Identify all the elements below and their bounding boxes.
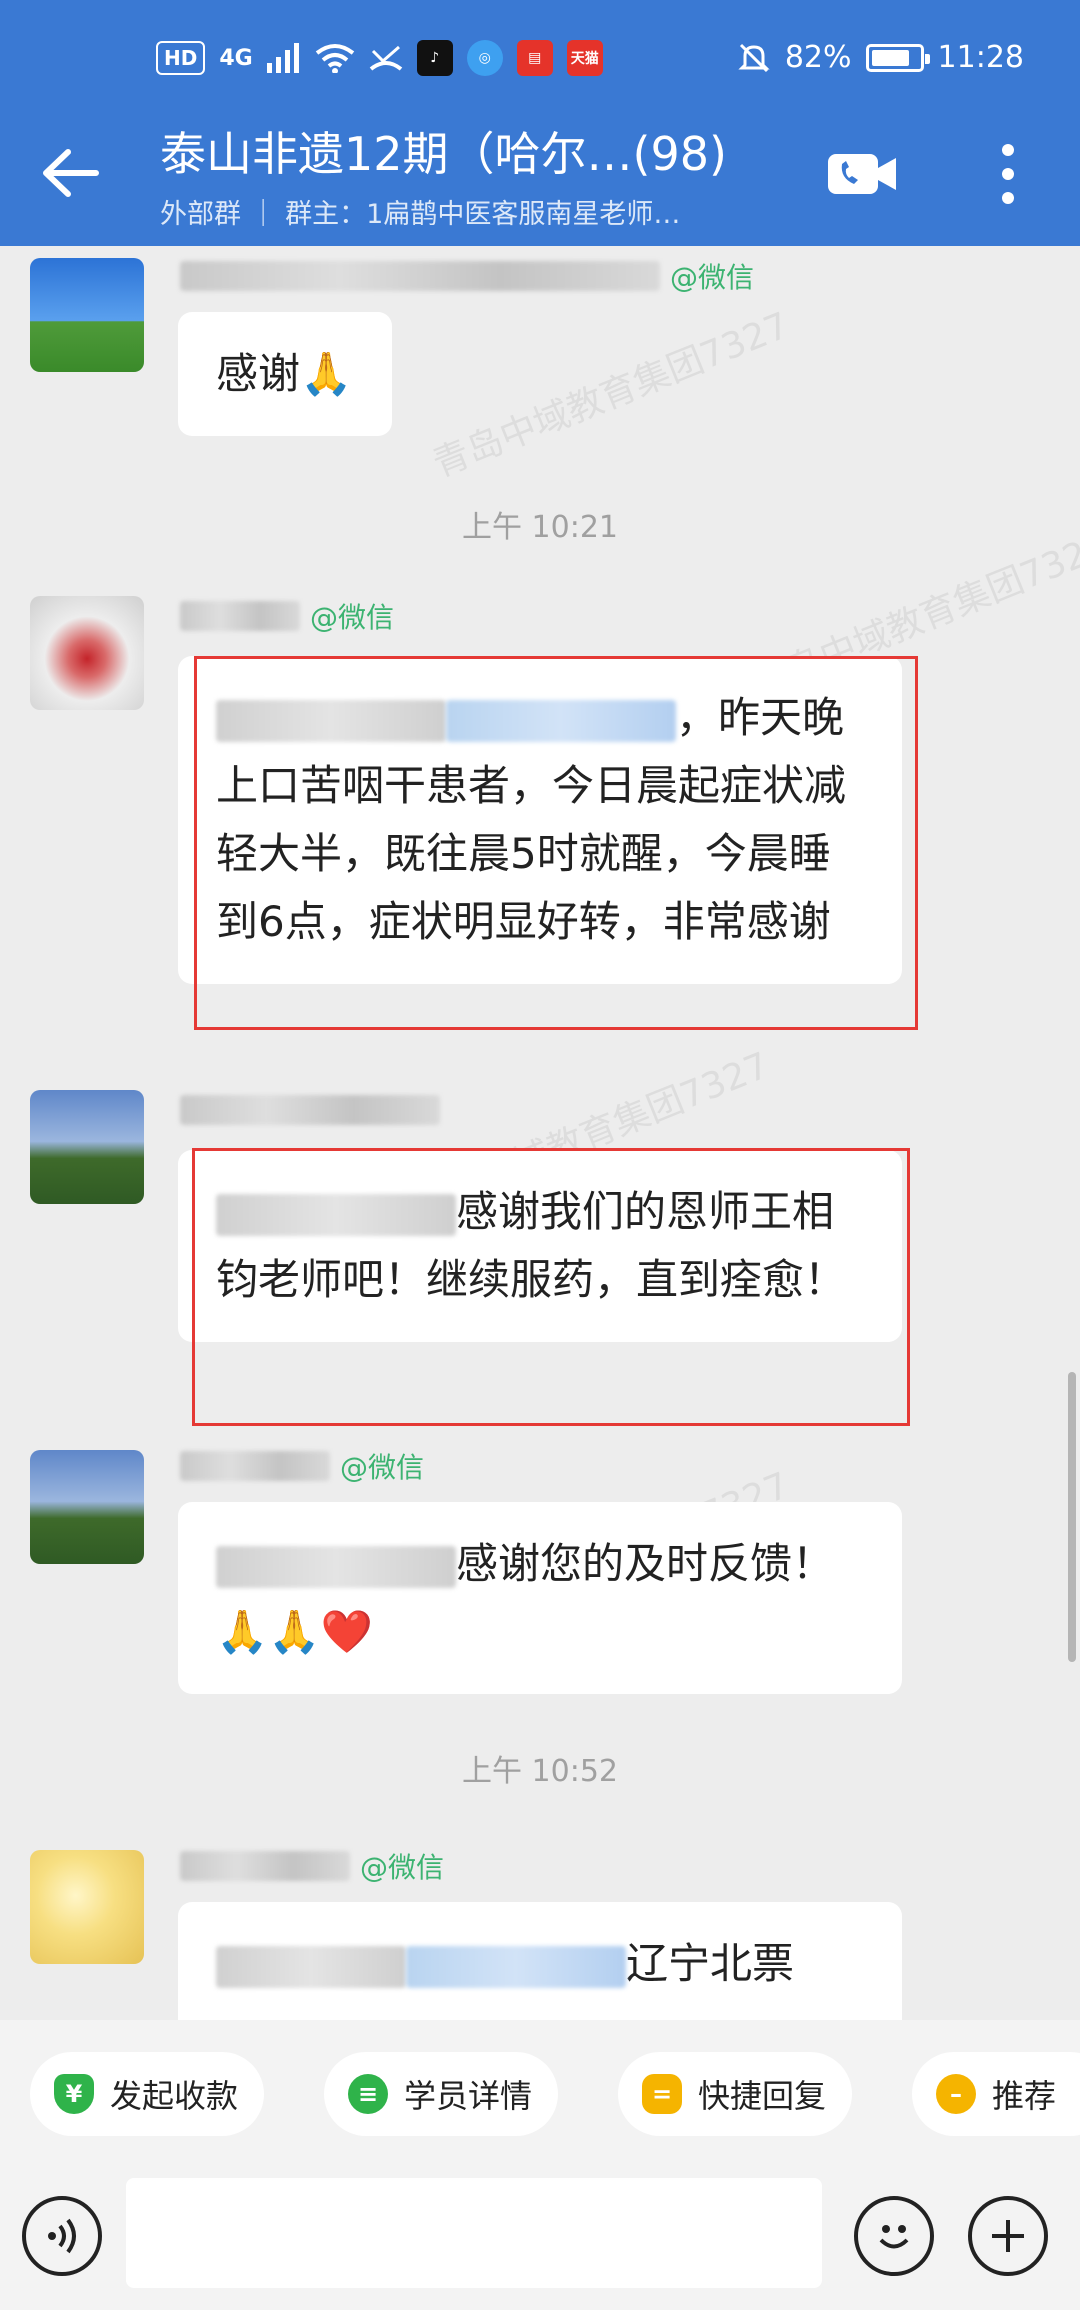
avatar[interactable] (30, 1090, 144, 1204)
tmall-icon: 天猫 (566, 40, 603, 76)
voice-input-button[interactable] (22, 2196, 102, 2276)
recommend-button[interactable]: – 推荐 (912, 2052, 1080, 2136)
mute-icon (738, 43, 770, 72)
sender-name: @微信 (180, 1446, 424, 1486)
battery-percent: 82% (784, 40, 852, 75)
voice-icon (48, 2218, 76, 2254)
timestamp: 上午 10:52 (462, 1754, 618, 1789)
back-arrow-icon[interactable] (40, 148, 100, 198)
reader-icon: ▤ (516, 40, 553, 76)
quick-reply-icon: = (642, 2074, 682, 2114)
message-bubble[interactable]: ，昨天晚上口苦咽干患者，今日晨起症状减轻大半，既往晨5时就醒，今晨睡到6点，症状… (178, 656, 902, 984)
message-bubble[interactable]: 辽宁北票 (178, 1902, 902, 2020)
message-text: 辽宁北票 (626, 1939, 795, 1988)
browser-icon: ◎ (466, 40, 503, 76)
message-bubble[interactable]: 感谢我们的恩师王相钧老师吧！继续服药，直到痊愈！ (178, 1150, 902, 1342)
sender-name: @微信 (180, 256, 754, 296)
signal-icon (266, 43, 299, 73)
tiktok-icon: ♪ (416, 40, 453, 76)
quick-reply-button[interactable]: = 快捷回复 (618, 2052, 853, 2136)
mention-name (216, 1193, 456, 1236)
yuan-icon: ¥ (54, 2074, 94, 2114)
chat-header: HD 4G ♪ ◎ ▤ 天猫 82% 11:28 泰山非遗12期（哈尔…(98)… (0, 0, 1080, 246)
avatar[interactable] (30, 258, 144, 372)
group-title: 泰山非遗12期（哈尔…(98) (160, 127, 727, 181)
message-bubble[interactable]: 感谢您的及时反馈！🙏🙏❤️ (178, 1502, 902, 1694)
wifi-icon (315, 44, 354, 73)
sender-name (180, 1090, 440, 1130)
sender-name: @微信 (180, 1846, 444, 1886)
plus-button[interactable] (968, 2196, 1048, 2276)
missed-call-icon (369, 45, 402, 71)
network-indicator: 4G (219, 45, 253, 71)
message-bubble[interactable]: 感谢🙏 (178, 312, 393, 436)
scrollbar[interactable] (1068, 1372, 1076, 1662)
avatar[interactable] (30, 1450, 144, 1564)
student-details-button[interactable]: ≡ 学员详情 (324, 2052, 559, 2136)
video-call-icon[interactable] (826, 150, 898, 198)
battery-icon (865, 43, 930, 72)
avatar[interactable] (30, 1850, 144, 1964)
quick-actions-bar: ¥ 发起收款 ≡ 学员详情 = 快捷回复 – 推荐 (0, 2020, 1080, 2170)
mention-name (216, 1945, 406, 1988)
emoji-button[interactable] (854, 2196, 934, 2276)
sender-name: @微信 (180, 596, 394, 636)
mention-phone (446, 699, 676, 742)
smiley-icon (879, 2225, 909, 2249)
timestamp: 上午 10:21 (462, 510, 618, 545)
mention-phone (406, 1945, 626, 1988)
status-bar: HD 4G ♪ ◎ ▤ 天猫 82% 11:28 (0, 0, 1080, 120)
clock: 11:28 (937, 40, 1024, 75)
mention-name (216, 1545, 456, 1588)
chat-list[interactable]: 青岛中域教育集团7327 青岛中域教育集团7327 青岛中域教育集团7327 青… (0, 246, 1080, 2020)
group-subtitle: 外部群 ｜ 群主：1扁鹊中医客服南星老师… (160, 199, 681, 230)
message-input[interactable] (126, 2178, 822, 2288)
collect-payment-button[interactable]: ¥ 发起收款 (30, 2052, 265, 2136)
plus-icon (992, 2220, 1024, 2252)
hd-indicator: HD (156, 41, 206, 75)
recommend-icon: – (936, 2074, 976, 2114)
mention-name (216, 699, 446, 742)
student-icon: ≡ (348, 2074, 388, 2114)
watermark: 青岛中域教育集团7327 (427, 305, 795, 486)
input-bar (0, 2170, 1080, 2310)
avatar[interactable] (30, 596, 144, 710)
more-options-icon[interactable] (990, 142, 1026, 206)
